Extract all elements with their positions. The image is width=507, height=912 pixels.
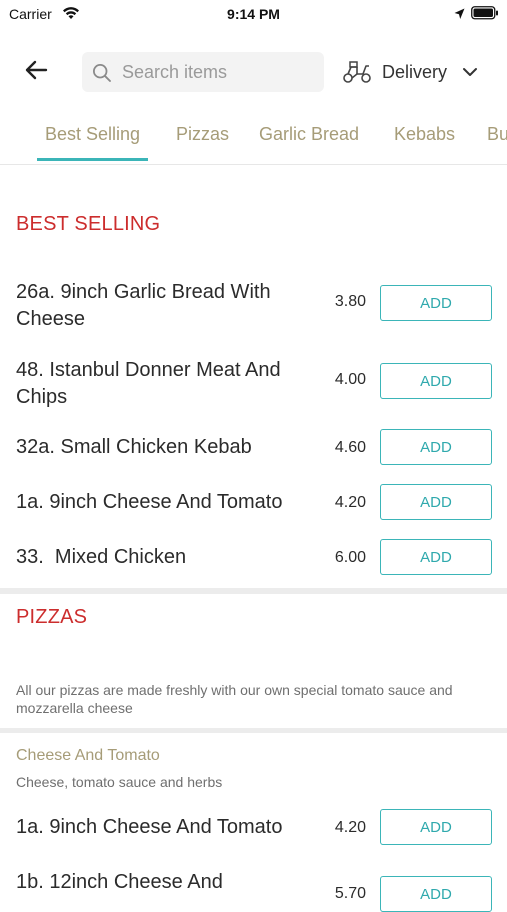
item-name: 32a. Small Chicken Kebab [16, 436, 252, 458]
item-name: 48. Istanbul Donner Meat And Chips [16, 359, 281, 408]
location-arrow-icon [454, 7, 465, 19]
add-button[interactable]: ADD [380, 539, 492, 575]
item-price: 3.80 [334, 293, 366, 310]
battery-icon [471, 6, 499, 20]
section-title-best-selling: BEST SELLING [16, 213, 161, 235]
search-icon [92, 63, 112, 83]
back-button[interactable] [18, 56, 54, 88]
add-button[interactable]: ADD [380, 429, 492, 465]
add-button[interactable]: ADD [380, 876, 492, 912]
tab-garlic-bread[interactable]: Garlic Bread [259, 124, 359, 145]
header: Delivery [0, 44, 507, 100]
subcategory-title: Cheese And Tomato [16, 747, 160, 764]
add-button[interactable]: ADD [380, 285, 492, 321]
search-input[interactable] [122, 52, 317, 92]
item-name: 1a. 9inch Cheese And Tomato [16, 491, 283, 513]
chevron-down-icon [462, 65, 478, 79]
status-bar: Carrier 9:14 PM [0, 0, 507, 28]
scooter-icon [342, 60, 372, 84]
delivery-label: Delivery [382, 62, 448, 82]
add-button[interactable]: ADD [380, 809, 492, 845]
tab-pizzas[interactable]: Pizzas [176, 124, 229, 145]
back-arrow-icon [24, 60, 48, 85]
section-divider [0, 588, 507, 594]
clock-label: 9:14 PM [227, 6, 280, 22]
tab-best-selling[interactable]: Best Selling [36, 124, 149, 161]
category-tabs: Best Selling Pizzas Garlic Bread Kebabs … [0, 108, 507, 165]
add-button[interactable]: ADD [380, 484, 492, 520]
item-name: 1b. 12inch Cheese And [16, 871, 223, 893]
item-price: 4.20 [334, 494, 366, 511]
tab-burgers-partial[interactable]: Bu [487, 124, 507, 145]
item-name: 33. Mixed Chicken [16, 546, 187, 568]
item-price: 4.60 [334, 439, 366, 456]
item-price: 5.70 [334, 885, 366, 902]
section-title-pizzas: PIZZAS [16, 606, 88, 628]
item-price: 4.00 [334, 371, 366, 388]
section-divider [0, 728, 507, 733]
add-button[interactable]: ADD [380, 363, 492, 399]
section-description: All our pizzas are made freshly with our… [16, 682, 453, 716]
item-price: 4.20 [334, 819, 366, 836]
delivery-mode-selector[interactable]: Delivery [340, 54, 490, 90]
search-box[interactable] [82, 52, 324, 92]
tab-kebabs[interactable]: Kebabs [394, 124, 455, 145]
item-name: 26a. 9inch Garlic Bread With Cheese [16, 281, 271, 330]
item-name: 1a. 9inch Cheese And Tomato [16, 816, 283, 838]
subcategory-description: Cheese, tomato sauce and herbs [16, 774, 223, 790]
item-price: 6.00 [334, 549, 366, 566]
